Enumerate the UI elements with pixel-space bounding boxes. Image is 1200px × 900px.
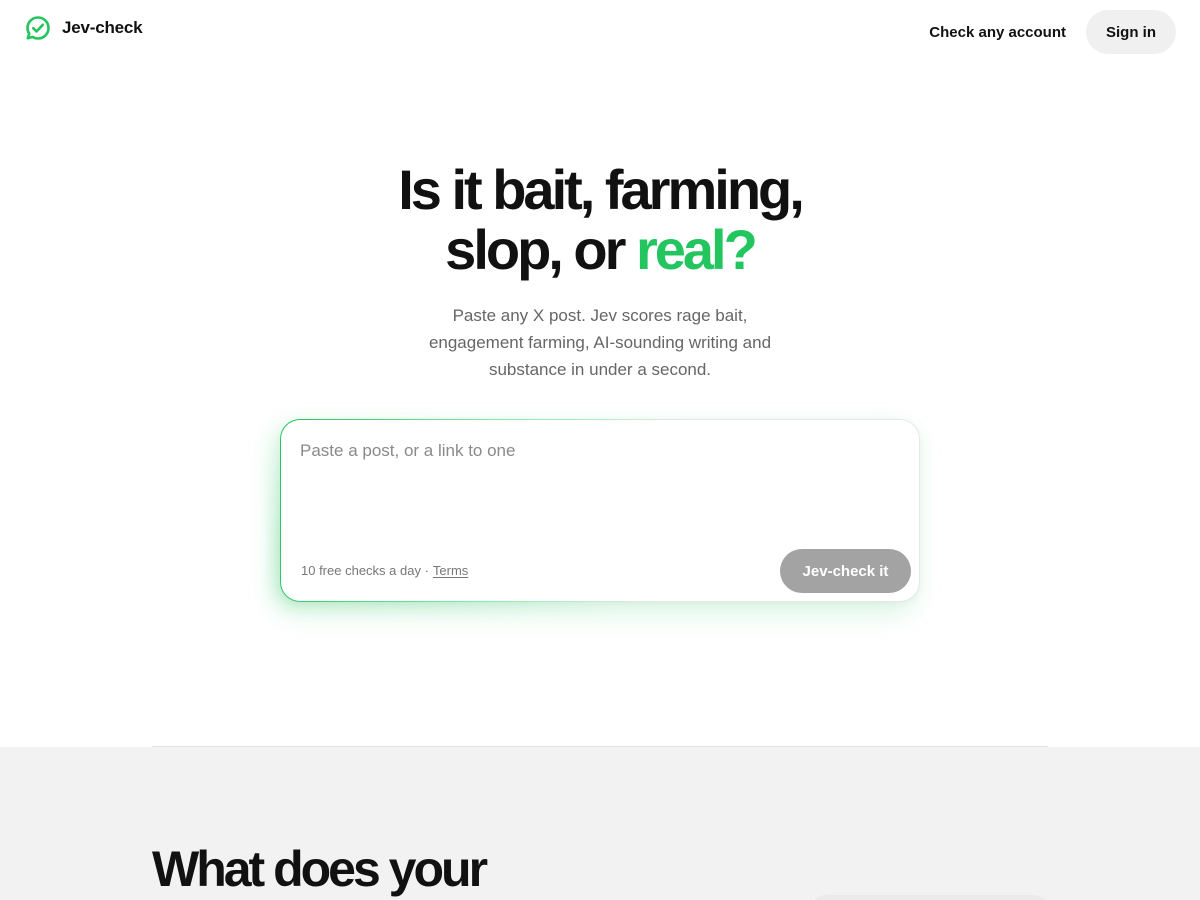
- post-input[interactable]: [300, 438, 900, 548]
- post-check-card: 10 free checks a day · Terms Jev-check i…: [272, 411, 920, 610]
- brand-logo-link[interactable]: Jev-check: [24, 14, 143, 42]
- hero-title: Is it bait, farming, slop, or real?: [0, 150, 1200, 280]
- card-footer: 10 free checks a day · Terms: [301, 563, 468, 578]
- hero-title-line1: Is it bait, farming,: [398, 158, 805, 221]
- lower-section-title: What does your: [152, 841, 488, 897]
- terms-link[interactable]: Terms: [433, 563, 468, 578]
- jev-check-submit-button[interactable]: Jev-check it: [780, 549, 911, 593]
- hero-title-line2-prefix: slop, or: [445, 218, 636, 281]
- lower-section: What does your: [0, 747, 1200, 900]
- check-any-account-link[interactable]: Check any account: [929, 24, 1066, 41]
- free-checks-note: 10 free checks a day ·: [301, 563, 429, 578]
- lower-card-preview: [810, 895, 1050, 900]
- top-nav: Check any account Sign in: [929, 10, 1176, 54]
- hero-subtitle: Paste any X post. Jev scores rage bait, …: [428, 306, 772, 379]
- hero-section: Is it bait, farming, slop, or real? Past…: [0, 150, 1200, 383]
- post-check-form: 10 free checks a day · Terms Jev-check i…: [280, 419, 920, 602]
- brand-name: Jev-check: [62, 18, 143, 37]
- sign-in-button[interactable]: Sign in: [1086, 10, 1176, 54]
- hero-title-accent: real?: [635, 218, 758, 281]
- check-badge-icon: [24, 14, 52, 42]
- site-header: Jev-check Check any account Sign in: [0, 0, 1200, 64]
